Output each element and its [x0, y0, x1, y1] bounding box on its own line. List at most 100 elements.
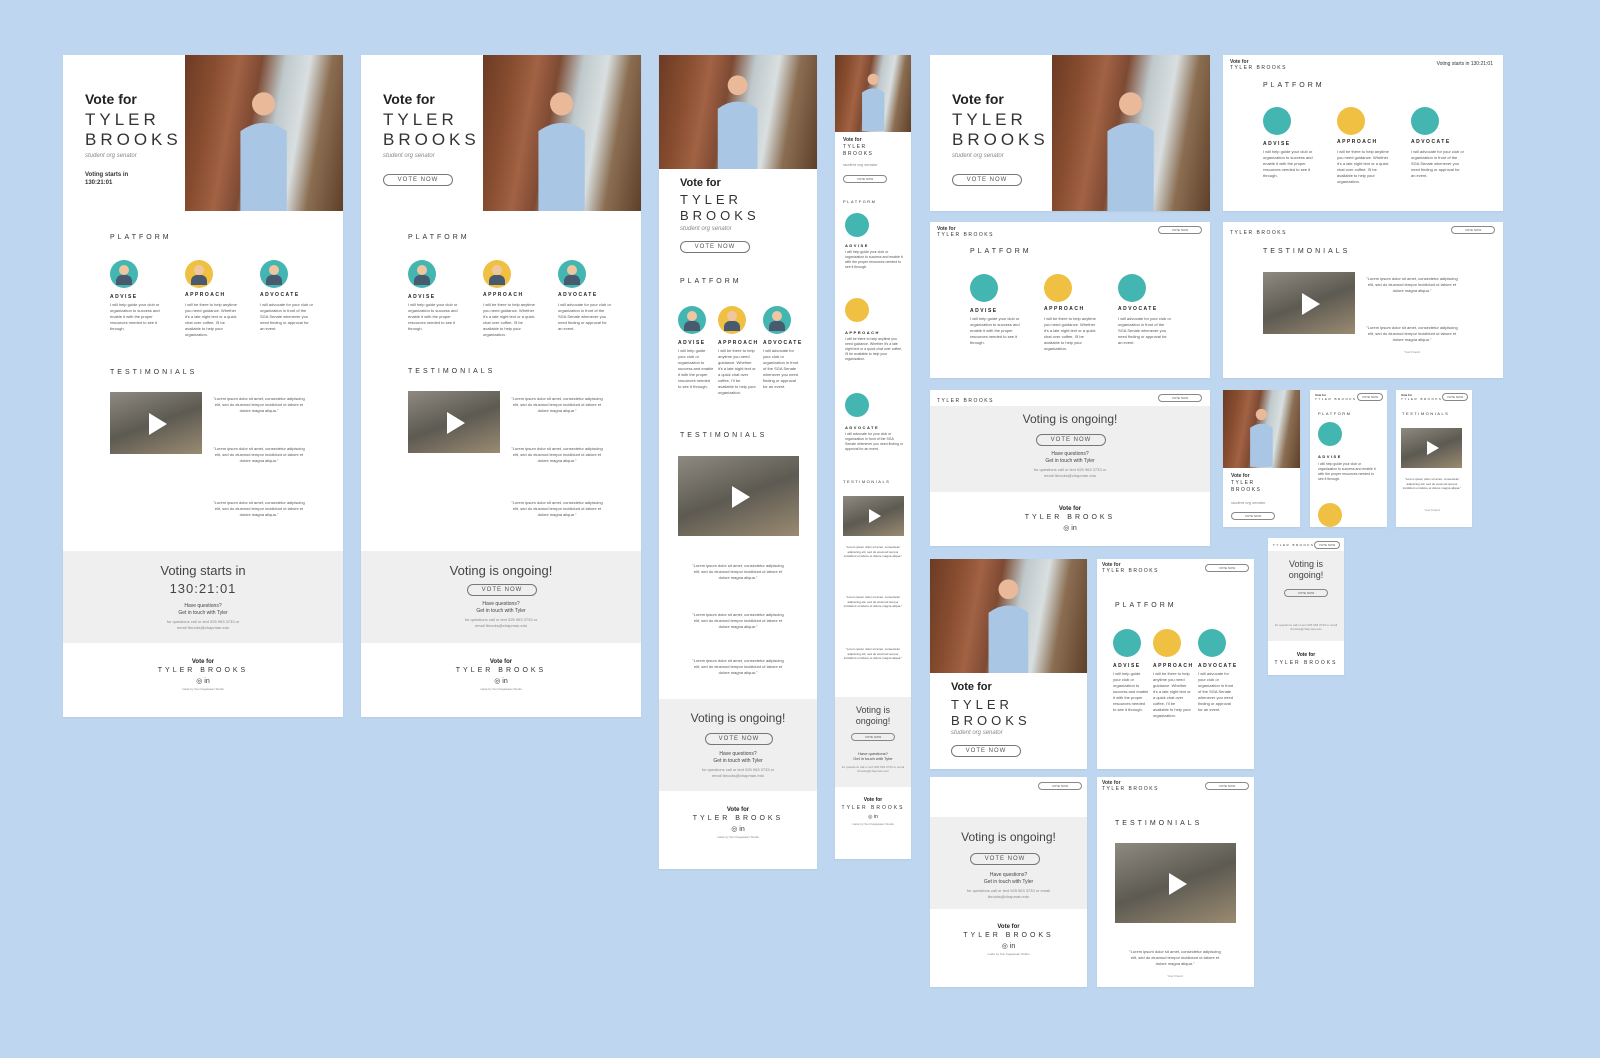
cta-vote-button[interactable]: VOTE NOW [1036, 434, 1106, 446]
vote-now-button[interactable]: VOTE NOW [952, 174, 1022, 186]
candidate-name: TYLER BROOKS [680, 192, 760, 223]
tablet-testimonials: Vote for TYLER BROOKS VOTE NOW TESTIMONIA… [1097, 777, 1254, 987]
social-icons[interactable]: ◎ in [659, 825, 817, 833]
testimonial-quote-1: "Lorem ipsum dolor sit amet, consectetur… [843, 545, 903, 558]
person-illustration [240, 91, 288, 211]
advise-text: I will help guide your club or organizat… [1318, 462, 1376, 481]
advise-icon [110, 260, 138, 288]
advocate-label: ADVOCATE [763, 340, 803, 346]
advocate-label: ADVOCATE [558, 292, 598, 298]
testimonial-quote-3: "Lorem ipsum dolor sit amet, consectetur… [213, 500, 305, 517]
layout-desktop-countdown: Vote for TYLER BROOKS student org senato… [63, 55, 343, 717]
cta-vote-button[interactable]: VOTE NOW [1284, 589, 1328, 597]
play-icon [731, 486, 750, 508]
phone-testimonials-mini: Vote for TYLER BROOKS VOTE NOW TESTIMONIA… [1396, 390, 1472, 527]
advocate-icon [845, 393, 869, 417]
platform-heading: PLATFORM [843, 199, 877, 204]
approach-text: I will be there to help anytime you need… [185, 302, 237, 337]
play-icon [1168, 873, 1187, 895]
testimonial-video[interactable] [843, 496, 904, 536]
approach-icon [483, 260, 511, 288]
advocate-label: ADVOCATE [1198, 663, 1238, 669]
advocate-text: I will advocate for your club or organiz… [1118, 316, 1171, 345]
cta-fine-print: for questions call or text 925 963 3733 … [464, 617, 538, 628]
cta-title: Voting is ongoing! [1022, 412, 1118, 426]
ongoing-cta-section: Voting is ongoing! VOTE NOW Have questio… [659, 699, 817, 791]
approach-icon [718, 306, 746, 334]
vote-now-button[interactable]: VOTE NOW [680, 241, 750, 253]
cta-fine-print: for questions call or text 925 963 3733 … [1274, 623, 1338, 631]
layout-desktop-ongoing: Vote for TYLER BROOKS student org senato… [361, 55, 641, 717]
nav-vote-button[interactable]: VOTE NOW [1357, 393, 1383, 401]
nav-vote-button[interactable]: VOTE NOW [1038, 782, 1082, 790]
countdown-label: Voting starts in [85, 172, 129, 178]
ongoing-cta-section: Voting is ongoing! VOTE NOW Have questio… [835, 697, 911, 787]
testimonials-heading: TESTIMONIALS [1402, 411, 1450, 416]
approach-text: I will be there to help anytime you need… [1044, 316, 1096, 351]
vote-now-button[interactable]: VOTE NOW [1231, 512, 1275, 520]
testimonial-video[interactable] [1263, 272, 1355, 334]
testimonial-author: Your Friend [1167, 974, 1183, 978]
advise-label: ADVISE [408, 294, 436, 300]
footer: Vote for TYLER BROOKS [1268, 652, 1344, 666]
nav-vote-button[interactable]: VOTE NOW [1314, 541, 1340, 549]
hero-photo [483, 55, 641, 211]
nav-vote-button[interactable]: VOTE NOW [1158, 394, 1202, 402]
approach-icon [1044, 274, 1072, 302]
testimonial-video[interactable] [110, 392, 202, 454]
header-brand: TYLER BROOKS [1273, 543, 1315, 547]
testimonial-video[interactable] [1401, 428, 1462, 468]
advise-label: ADVISE [110, 294, 138, 300]
social-icons[interactable]: ◎ in [930, 524, 1210, 532]
footer-name: TYLER BROOKS [1274, 660, 1338, 666]
tagline: student org senator [383, 153, 435, 159]
testimonial-video[interactable] [678, 456, 799, 536]
approach-label: APPROACH [1337, 139, 1378, 145]
footer-vote-for: Vote for [1058, 506, 1082, 512]
testimonial-quote-2: "Lorem ipsum dolor sit amet, consectetur… [692, 612, 784, 629]
nav-vote-button[interactable]: VOTE NOW [1158, 226, 1202, 234]
social-icons[interactable]: ◎ in [63, 677, 343, 685]
approach-icon [1318, 503, 1342, 527]
advocate-text: I will advocate for your club or organiz… [763, 348, 799, 389]
cta-questions: Have questions? Get in touch with Tyler [476, 601, 526, 614]
cta-vote-button[interactable]: VOTE NOW [705, 733, 773, 745]
platform-heading: PLATFORM [970, 248, 1032, 255]
header-brand: TYLER BROOKS [1230, 230, 1287, 236]
testimonial-video[interactable] [1115, 843, 1236, 923]
cta-vote-button[interactable]: VOTE NOW [851, 733, 895, 741]
social-icons[interactable]: ◎ in [930, 942, 1087, 950]
advise-text: I will help guide your club or organizat… [845, 250, 903, 269]
nav-vote-button[interactable]: VOTE NOW [1442, 393, 1468, 401]
vote-now-button[interactable]: VOTE NOW [951, 745, 1021, 757]
testimonial-video[interactable] [408, 391, 500, 453]
vote-now-button[interactable]: VOTE NOW [383, 174, 453, 186]
person-illustration [861, 73, 885, 132]
hero-photo [1223, 390, 1300, 468]
footer-credit: made by Sun Kagawaan Studio [851, 822, 895, 826]
testimonials-heading: TESTIMONIALS [408, 368, 496, 375]
vote-now-button[interactable]: VOTE NOW [843, 175, 887, 183]
cta-vote-button[interactable]: VOTE NOW [970, 853, 1040, 865]
platform-heading: PLATFORM [110, 234, 172, 241]
slide-platform-header: Vote for TYLER BROOKS Voting starts in 13… [1223, 55, 1503, 211]
nav-vote-button[interactable]: VOTE NOW [1451, 226, 1495, 234]
header-brand: Vote for TYLER BROOKS [937, 226, 994, 238]
testimonial-quote-1: "Lorem ipsum dolor sit amet, consectetur… [692, 563, 784, 580]
social-icons[interactable]: ◎ in [361, 677, 641, 685]
advocate-text: I will advocate for your club or organiz… [1198, 671, 1234, 712]
nav-vote-button[interactable]: VOTE NOW [1205, 782, 1249, 790]
candidate-name: TYLER BROOKS [951, 697, 1031, 728]
advise-label: ADVISE [678, 340, 706, 346]
footer-credit: made by Sun Kagawaan Studio [479, 687, 523, 691]
tablet-hero: Vote for TYLER BROOKS student org senato… [930, 559, 1087, 769]
advocate-label: ADVOCATE [1411, 139, 1451, 145]
advise-icon [970, 274, 998, 302]
social-icons[interactable]: ◎ in [835, 814, 911, 820]
advise-text: I will help guide your club or organizat… [408, 302, 458, 331]
advise-text: I will help guide your club or organizat… [1263, 149, 1313, 178]
testimonial-quote-3: "Lorem ipsum dolor sit amet, consectetur… [511, 500, 603, 517]
cta-vote-button[interactable]: VOTE NOW [467, 584, 537, 596]
header-brand: Vote for TYLER BROOKS [1102, 780, 1159, 792]
nav-vote-button[interactable]: VOTE NOW [1205, 564, 1249, 572]
